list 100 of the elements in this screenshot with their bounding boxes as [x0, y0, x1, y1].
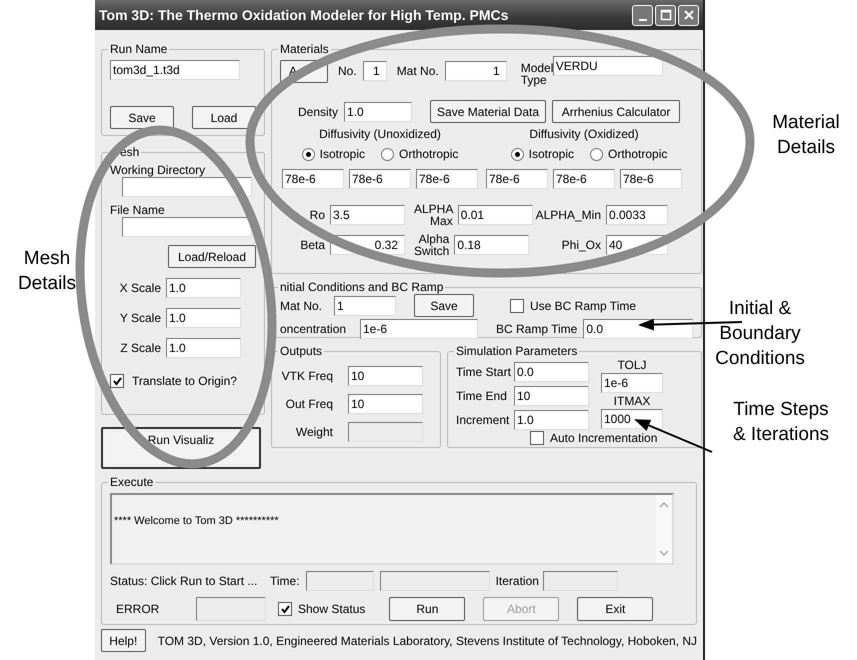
checkbox-label: Translate to Origin? — [132, 374, 237, 388]
radio-button[interactable] — [381, 148, 394, 160]
time-field[interactable] — [306, 571, 374, 591]
file-button[interactable]: Save — [110, 106, 174, 129]
scale-field[interactable]: 1.0 — [166, 278, 241, 298]
diffusivity-field[interactable]: 78e-6 — [349, 169, 411, 189]
file-name-field[interactable] — [122, 217, 252, 237]
field-label: Z Scale — [119, 341, 162, 355]
field-label: Increment — [456, 413, 510, 427]
group-title: Outputs — [280, 344, 322, 358]
field-label: Time Start — [456, 365, 512, 379]
checkbox[interactable] — [510, 298, 524, 312]
radio-label: Isotropic — [320, 147, 365, 161]
group-title: Run Name — [110, 42, 168, 56]
field-label: Mat No. — [280, 298, 324, 312]
max-iterations-field[interactable]: 1000 — [601, 409, 663, 429]
tolerance-field[interactable]: 1e-6 — [601, 373, 663, 393]
simulation-field[interactable]: 10 — [514, 386, 589, 406]
diffusivity-field[interactable]: 78e-6 — [282, 169, 344, 189]
close-icon — [682, 9, 694, 21]
mat-number-field[interactable]: 1 — [444, 61, 507, 81]
log-text: **** Welcome to Tom 3D ********** — [114, 515, 279, 527]
execute-button[interactable]: Exit — [577, 597, 654, 621]
group-title: Execute — [110, 475, 154, 489]
annotation-label: Mesh Details — [16, 247, 78, 296]
file-button[interactable]: Load — [192, 106, 256, 129]
scrollbar[interactable] — [656, 495, 672, 563]
execute-button[interactable]: Run — [389, 597, 466, 621]
field-label: TOLJ — [617, 358, 647, 372]
concentration-field[interactable]: 1e-6 — [360, 319, 478, 339]
field-label: oncentration — [280, 322, 348, 336]
output-field[interactable]: 10 — [348, 394, 423, 414]
maximize-icon — [660, 9, 672, 21]
close-button[interactable] — [678, 4, 699, 26]
field-label: Working Directory — [110, 163, 206, 177]
simulation-field[interactable]: 0.0 — [514, 362, 589, 382]
progress-field[interactable] — [380, 571, 490, 591]
field-label: Mat No. — [396, 64, 439, 78]
field-label: X Scale — [118, 281, 162, 295]
status-text: Status: Click Run to Start ... — [110, 574, 258, 588]
diffusivity-field[interactable]: 78e-6 — [620, 169, 682, 189]
annotation-label: Material Details — [771, 111, 841, 160]
help-button[interactable]: Help! — [101, 629, 146, 652]
log-area[interactable]: **** Welcome to Tom 3D ********** — [110, 493, 674, 565]
load-reload-button[interactable]: Load/Reload — [168, 245, 256, 268]
checkbox-label: Use BC Ramp Time — [530, 298, 636, 312]
field-label: Time: — [270, 574, 300, 588]
diffusivity-field[interactable]: 78e-6 — [553, 169, 615, 189]
parameter-field[interactable]: 3.5 — [330, 205, 405, 225]
field-label: VTK Freq — [280, 369, 334, 383]
parameter-field[interactable]: 0.01 — [458, 205, 533, 225]
minimize-button[interactable] — [632, 4, 653, 26]
checkbox-label: Show Status — [298, 602, 366, 616]
window-title: Tom 3D: The Thermo Oxidation Modeler for High Temp. PMCs — [99, 7, 508, 23]
checkbox[interactable] — [110, 374, 124, 388]
field-label: Y Scale — [118, 311, 162, 325]
checkbox-label: Auto Incrementation — [550, 431, 658, 445]
field-label: ALPHA_Min — [534, 209, 602, 221]
arrhenius-button[interactable]: Arrhenius Calculator — [552, 100, 680, 123]
radio-label: Orthotropic — [399, 147, 458, 161]
save-material-button[interactable]: Save Material Data — [430, 100, 546, 123]
scale-field[interactable]: 1.0 — [166, 308, 241, 328]
simulation-field[interactable]: 1.0 — [514, 410, 589, 430]
density-field[interactable]: 1.0 — [344, 102, 412, 122]
field-label: Iteration — [496, 574, 539, 588]
parameter-field[interactable]: 0.0033 — [606, 205, 668, 225]
section-title: Diffusivity (Unoxidized) — [319, 127, 441, 141]
ramp-time-field[interactable]: 0.0 — [583, 319, 694, 339]
maximize-button[interactable] — [655, 4, 676, 26]
radio-button[interactable] — [590, 148, 603, 160]
annotation-label: Time Steps & Iterations — [732, 398, 830, 447]
parameter-field[interactable]: 0.18 — [454, 235, 530, 255]
diffusivity-field[interactable]: 78e-6 — [486, 169, 548, 189]
field-label: ERROR — [116, 602, 160, 616]
save-button[interactable]: Save — [414, 294, 474, 317]
diffusivity-field[interactable]: 78e-6 — [416, 169, 478, 189]
directory-field[interactable] — [122, 177, 252, 197]
scale-field[interactable]: 1.0 — [166, 338, 241, 358]
iteration-field[interactable] — [542, 571, 618, 591]
checkbox[interactable] — [530, 431, 544, 445]
group-title: Simulation Parameters — [456, 344, 578, 358]
checkbox[interactable] — [278, 602, 292, 616]
section-title: Diffusivity (Oxidized) — [529, 127, 639, 141]
model-type-field[interactable]: VERDU — [552, 56, 663, 76]
output-field[interactable]: 10 — [348, 366, 423, 386]
field-label: No. — [338, 64, 357, 78]
field-label: Out Freq — [284, 397, 334, 411]
field-label: Alpha Switch — [414, 233, 450, 257]
radio-button[interactable] — [302, 148, 315, 160]
number-field[interactable]: 1 — [362, 61, 387, 81]
error-field[interactable] — [196, 597, 266, 621]
field-label: File Name — [110, 203, 165, 217]
radio-label: Orthotropic — [608, 147, 668, 161]
run-name-field[interactable]: tom3d_1.t3d — [110, 60, 240, 80]
mat-number-field[interactable]: 1 — [334, 296, 396, 316]
field-label: Phi_Ox — [560, 239, 602, 251]
radio-label: Isotropic — [528, 147, 574, 161]
group-title: Materials — [280, 42, 329, 56]
credits-text: TOM 3D, Version 1.0, Engineered Materials Laboratory, Stevens Institute of Technology, Hoboken, NJ — [158, 634, 697, 648]
radio-button[interactable] — [510, 148, 524, 160]
